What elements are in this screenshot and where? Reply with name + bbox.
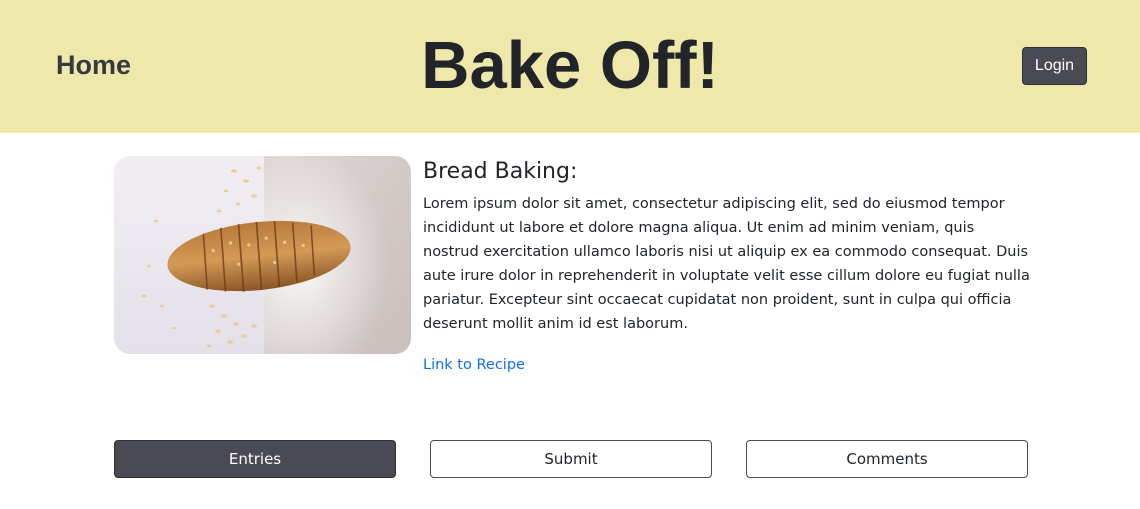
recipe-title: Bread Baking: <box>423 159 578 184</box>
site-title: Bake Off! <box>421 28 719 103</box>
comments-button[interactable]: Comments <box>746 440 1028 478</box>
submit-button[interactable]: Submit <box>430 440 712 478</box>
login-button[interactable]: Login <box>1022 47 1087 85</box>
recipe-link[interactable]: Link to Recipe <box>423 353 525 377</box>
entries-button[interactable]: Entries <box>114 440 396 478</box>
sliced-bread-image <box>114 156 411 354</box>
site-header: Home Bake Off! Login <box>0 0 1140 133</box>
recipe-description: Lorem ipsum dolor sit amet, consectetur … <box>423 196 1030 332</box>
